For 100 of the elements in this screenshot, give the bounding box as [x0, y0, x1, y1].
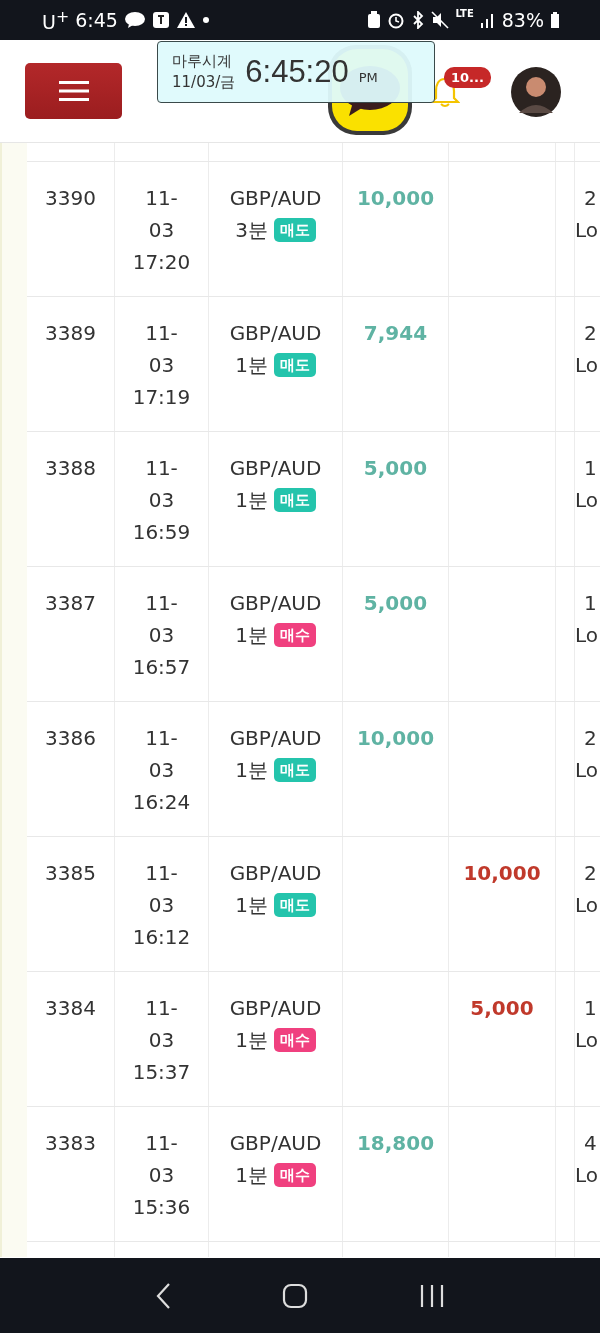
trade-period: 1분 — [235, 1027, 268, 1054]
trade-datetime: 11- — [145, 995, 178, 1022]
trade-datetime: 03 — [148, 352, 175, 379]
home-icon[interactable] — [282, 1282, 308, 1309]
lot-unit: Lo — [575, 487, 599, 514]
lot-size: 2 — [584, 860, 597, 887]
lot-size: 1 — [584, 995, 597, 1022]
lot-size: 2 — [584, 725, 597, 752]
profit-amount: 5,000 — [363, 590, 428, 617]
trade-side-badge: 매도 — [273, 218, 316, 242]
lot-size: 4 — [584, 1130, 597, 1157]
trade-number: 3390 — [45, 185, 96, 212]
profit-amount: 18,800 — [356, 1130, 435, 1157]
trade-side-badge: 매수 — [273, 623, 316, 647]
status-time: 6:45 — [75, 9, 118, 31]
back-icon[interactable] — [155, 1281, 172, 1310]
trade-side-badge: 매수 — [273, 1028, 316, 1052]
lot-size: 2 — [584, 185, 597, 212]
trade-datetime: 15:37 — [132, 1059, 191, 1086]
trade-datetime: 03 — [148, 622, 175, 649]
menu-button[interactable] — [25, 63, 122, 119]
trade-datetime: 03 — [148, 217, 175, 244]
clock-title: 마루시계 — [172, 52, 233, 71]
trade-datetime: 11- — [145, 320, 178, 347]
trade-datetime: 03 — [148, 1027, 175, 1054]
warning-icon — [175, 11, 196, 29]
lot-size: 2 — [584, 320, 597, 347]
trade-number: 3384 — [45, 995, 96, 1022]
menu-icon — [58, 81, 89, 101]
alarm-icon — [387, 11, 406, 29]
trade-number: 3383 — [45, 1130, 96, 1157]
trade-datetime: 03 — [148, 892, 175, 919]
trade-period: 1분 — [235, 1162, 268, 1189]
trade-period: 1분 — [235, 352, 268, 379]
clock-date: 11/03/금 — [172, 73, 236, 92]
currency-pair: GBP/AUD — [229, 455, 322, 482]
trade-datetime: 11- — [145, 185, 178, 212]
trade-datetime: 11- — [145, 860, 178, 887]
battery-percent: 83% — [501, 9, 544, 31]
carrier-label: U$^{+}$ — [42, 6, 70, 34]
lot-unit: Lo — [575, 892, 599, 919]
loss-amount: 10,000 — [463, 860, 541, 887]
dot-icon — [201, 16, 210, 24]
trade-period: 1분 — [235, 892, 268, 919]
trade-number: 3388 — [45, 455, 96, 482]
trade-number: 3385 — [45, 860, 96, 887]
battery-saver-icon — [367, 11, 382, 29]
trade-period: 3분 — [235, 217, 268, 244]
lot-unit: Lo — [575, 217, 599, 244]
trade-side-badge: 매도 — [273, 758, 316, 782]
trade-side-badge: 매도 — [273, 353, 316, 377]
lot-size: 1 — [584, 590, 597, 617]
trade-datetime: 16:59 — [132, 519, 191, 546]
trade-number: 3389 — [45, 320, 96, 347]
trade-datetime: 03 — [148, 487, 175, 514]
profit-amount: 7,944 — [363, 320, 428, 347]
trade-datetime: 11- — [145, 1130, 178, 1157]
signal-icon — [479, 12, 496, 28]
currency-pair: GBP/AUD — [229, 860, 322, 887]
profit-amount: 10,000 — [356, 725, 435, 752]
trade-datetime: 03 — [148, 757, 175, 784]
trade-period: 1분 — [235, 622, 268, 649]
profit-amount: 5,000 — [363, 455, 428, 482]
lot-unit: Lo — [575, 622, 599, 649]
battery-icon — [550, 12, 560, 28]
lot-size: 1 — [584, 455, 597, 482]
trade-datetime: 03 — [148, 1162, 175, 1189]
lot-unit: Lo — [575, 352, 599, 379]
lot-unit: Lo — [575, 1027, 599, 1054]
trade-datetime: 17:20 — [132, 249, 191, 276]
avatar-icon[interactable] — [511, 67, 561, 117]
currency-pair: GBP/AUD — [229, 590, 322, 617]
profit-amount: 10,000 — [356, 185, 435, 212]
trade-side-badge: 매도 — [273, 488, 316, 512]
recent-apps-icon[interactable] — [418, 1283, 445, 1308]
mute-icon — [431, 11, 450, 29]
trade-datetime: 16:57 — [132, 654, 191, 681]
trade-side-badge: 매수 — [273, 1163, 316, 1187]
lot-unit: Lo — [575, 757, 599, 784]
trade-side-badge: 매도 — [273, 893, 316, 917]
trade-period: 1분 — [235, 487, 268, 514]
currency-pair: GBP/AUD — [229, 725, 322, 752]
currency-pair: GBP/AUD — [229, 320, 322, 347]
trade-number: 3387 — [45, 590, 96, 617]
currency-pair: GBP/AUD — [229, 995, 322, 1022]
pay-app-icon — [151, 11, 170, 29]
trade-datetime: 11- — [145, 725, 178, 752]
trade-period: 1분 — [235, 757, 268, 784]
trade-datetime: 11- — [145, 590, 178, 617]
trade-number: 3386 — [45, 725, 96, 752]
lot-unit: Lo — [575, 1162, 599, 1189]
trade-datetime: 17:19 — [132, 384, 191, 411]
loss-amount: 5,000 — [470, 995, 534, 1022]
network-label: LTE — [455, 8, 474, 19]
clock-time: 6:45:20 — [245, 54, 349, 90]
notification-badge: 10... — [444, 67, 491, 88]
bluetooth-icon — [411, 11, 426, 29]
trade-datetime: 11- — [145, 455, 178, 482]
trade-datetime: 15:36 — [132, 1194, 191, 1221]
currency-pair: GBP/AUD — [229, 1130, 322, 1157]
